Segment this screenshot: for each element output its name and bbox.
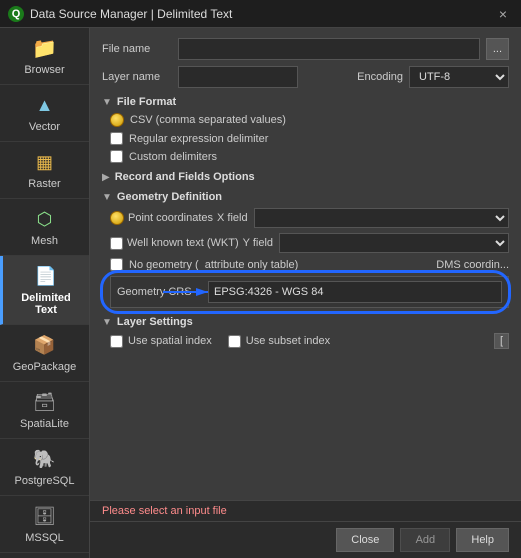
vector-icon: ▲ — [33, 93, 57, 117]
y-field-label: Y field — [243, 237, 273, 249]
no-geom-label2: attribute only table) — [205, 259, 299, 271]
sidebar-item-browser-label: Browser — [24, 64, 64, 76]
title-bar: Q Data Source Manager | Delimited Text × — [0, 0, 521, 28]
layer-settings-section-header[interactable]: ▼ Layer Settings — [102, 316, 509, 328]
sidebar-item-mssql-label: MSSQL — [25, 532, 64, 544]
point-coords-label: Point coordinates — [128, 212, 213, 224]
dms-partial-label: DMS coordin... — [436, 259, 509, 271]
folder-icon: 📁 — [33, 36, 57, 60]
layer-name-encoding-row: Layer name Encoding UTF-8 — [102, 66, 509, 88]
delimited-text-icon: 📄 — [34, 264, 58, 288]
help-button[interactable]: Help — [456, 528, 509, 552]
geometry-crs-wrapper: Geometry CRS EPSG:4326 - WGS 84 — [102, 276, 509, 308]
sidebar-item-spatialite-label: SpatiaLite — [20, 418, 69, 430]
geometry-crs-value[interactable]: EPSG:4326 - WGS 84 — [208, 281, 502, 303]
sidebar-item-geopackage[interactable]: 📦 GeoPackage — [0, 325, 89, 382]
wkt-label: Well known text (WKT) — [127, 237, 239, 249]
file-format-triangle: ▼ — [102, 97, 112, 108]
close-window-button[interactable]: × — [493, 4, 513, 24]
geometry-definition-section-header[interactable]: ▼ Geometry Definition — [102, 191, 509, 203]
add-button[interactable]: Add — [400, 528, 450, 552]
spatialite-icon: 🗃 — [33, 390, 57, 414]
custom-delimiters-row: Custom delimiters — [102, 150, 509, 163]
raster-icon: ▦ — [33, 150, 57, 174]
sidebar-item-vector[interactable]: ▲ Vector — [0, 85, 89, 142]
record-fields-section-title: Record and Fields Options — [115, 171, 255, 183]
sidebar-item-postgresql[interactable]: 🐘 PostgreSQL — [0, 439, 89, 496]
sidebar-item-delimited-text-label: DelimitedText — [21, 292, 71, 316]
status-text: Please select an input file — [102, 505, 227, 517]
regex-option-row: Regular expression delimiter — [102, 132, 509, 145]
sidebar-item-mssql[interactable]: 🗄 MSSQL — [0, 496, 89, 553]
sidebar-item-spatialite[interactable]: 🗃 SpatiaLite — [0, 382, 89, 439]
sidebar: 📁 Browser ▲ Vector ▦ Raster ⬡ Mesh 📄 Del… — [0, 28, 90, 558]
sidebar-item-vector-label: Vector — [29, 121, 60, 133]
main-layout: 📁 Browser ▲ Vector ▦ Raster ⬡ Mesh 📄 Del… — [0, 28, 521, 558]
file-name-row: File name ... — [102, 38, 509, 60]
app-icon: Q — [8, 6, 24, 22]
geometry-definition-triangle: ▼ — [102, 192, 112, 203]
layer-settings-triangle: ▼ — [102, 317, 112, 328]
file-format-section-title: File Format — [117, 96, 176, 108]
sidebar-item-delimited-text[interactable]: 📄 DelimitedText — [0, 256, 89, 325]
no-geom-checkbox[interactable] — [110, 258, 123, 271]
x-field-select[interactable] — [254, 208, 509, 228]
no-geom-partial-row: No geometry ( attribute only table) DMS … — [102, 258, 509, 271]
sidebar-item-browser[interactable]: 📁 Browser — [0, 28, 89, 85]
subset-index-text: Use subset index — [246, 335, 330, 347]
csv-option-label: CSV (comma separated values) — [130, 114, 286, 126]
content-panel: File name ... Layer name Encoding UTF-8 … — [90, 28, 521, 558]
encoding-select[interactable]: UTF-8 — [409, 66, 509, 88]
file-name-input[interactable] — [178, 38, 480, 60]
regex-option-label: Regular expression delimiter — [129, 133, 268, 145]
point-coords-row: Point coordinates X field — [102, 208, 509, 228]
custom-delimiters-checkbox[interactable] — [110, 150, 123, 163]
wkt-row: Well known text (WKT) Y field — [102, 233, 509, 253]
close-button[interactable]: Close — [336, 528, 394, 552]
regex-checkbox[interactable] — [110, 132, 123, 145]
csv-selected-indicator — [110, 113, 124, 127]
csv-option-row: CSV (comma separated values) — [102, 113, 509, 127]
geometry-definition-section-title: Geometry Definition — [117, 191, 222, 203]
sidebar-item-postgresql-label: PostgreSQL — [15, 475, 75, 487]
wkt-checkbox[interactable] — [110, 237, 123, 250]
geometry-crs-row: Geometry CRS EPSG:4326 - WGS 84 — [110, 276, 509, 308]
form-area: File name ... Layer name Encoding UTF-8 … — [90, 28, 521, 500]
sidebar-item-mesh[interactable]: ⬡ Mesh — [0, 199, 89, 256]
title-bar-text: Data Source Manager | Delimited Text — [30, 7, 493, 21]
extra-option-bracket: [ — [494, 333, 509, 349]
no-geom-label: No geometry ( — [129, 259, 199, 271]
y-field-select[interactable] — [279, 233, 509, 253]
file-name-label: File name — [102, 43, 172, 55]
x-field-label: X field — [217, 212, 248, 224]
sidebar-item-raster[interactable]: ▦ Raster — [0, 142, 89, 199]
record-fields-triangle: ▶ — [102, 172, 110, 183]
postgresql-icon: 🐘 — [33, 447, 57, 471]
sidebar-item-raster-label: Raster — [28, 178, 60, 190]
point-coords-indicator — [110, 211, 124, 225]
record-fields-section-header[interactable]: ▶ Record and Fields Options — [102, 171, 509, 183]
button-row: Close Add Help — [90, 521, 521, 558]
mssql-icon: 🗄 — [33, 504, 57, 528]
crs-arrow-annotation — [158, 282, 218, 302]
subset-index-checkbox[interactable] — [228, 335, 241, 348]
file-browse-button[interactable]: ... — [486, 38, 509, 60]
layer-name-input[interactable] — [178, 66, 298, 88]
sidebar-item-mesh-label: Mesh — [31, 235, 58, 247]
sidebar-item-geopackage-label: GeoPackage — [13, 361, 77, 373]
layer-settings-section-title: Layer Settings — [117, 316, 193, 328]
status-bar: Please select an input file — [90, 500, 521, 521]
spatial-index-checkbox[interactable] — [110, 335, 123, 348]
spatial-index-label: Use spatial index — [110, 335, 212, 348]
sidebar-item-oracle[interactable]: ● Oracle — [0, 553, 89, 558]
mesh-icon: ⬡ — [33, 207, 57, 231]
custom-delimiters-label: Custom delimiters — [129, 151, 217, 163]
geopackage-icon: 📦 — [33, 333, 57, 357]
spatial-index-text: Use spatial index — [128, 335, 212, 347]
layer-name-label: Layer name — [102, 71, 172, 83]
encoding-label: Encoding — [357, 71, 403, 83]
layer-settings-options-row: Use spatial index Use subset index [ — [102, 333, 509, 349]
subset-index-label: Use subset index — [228, 335, 330, 348]
file-format-section-header[interactable]: ▼ File Format — [102, 96, 509, 108]
